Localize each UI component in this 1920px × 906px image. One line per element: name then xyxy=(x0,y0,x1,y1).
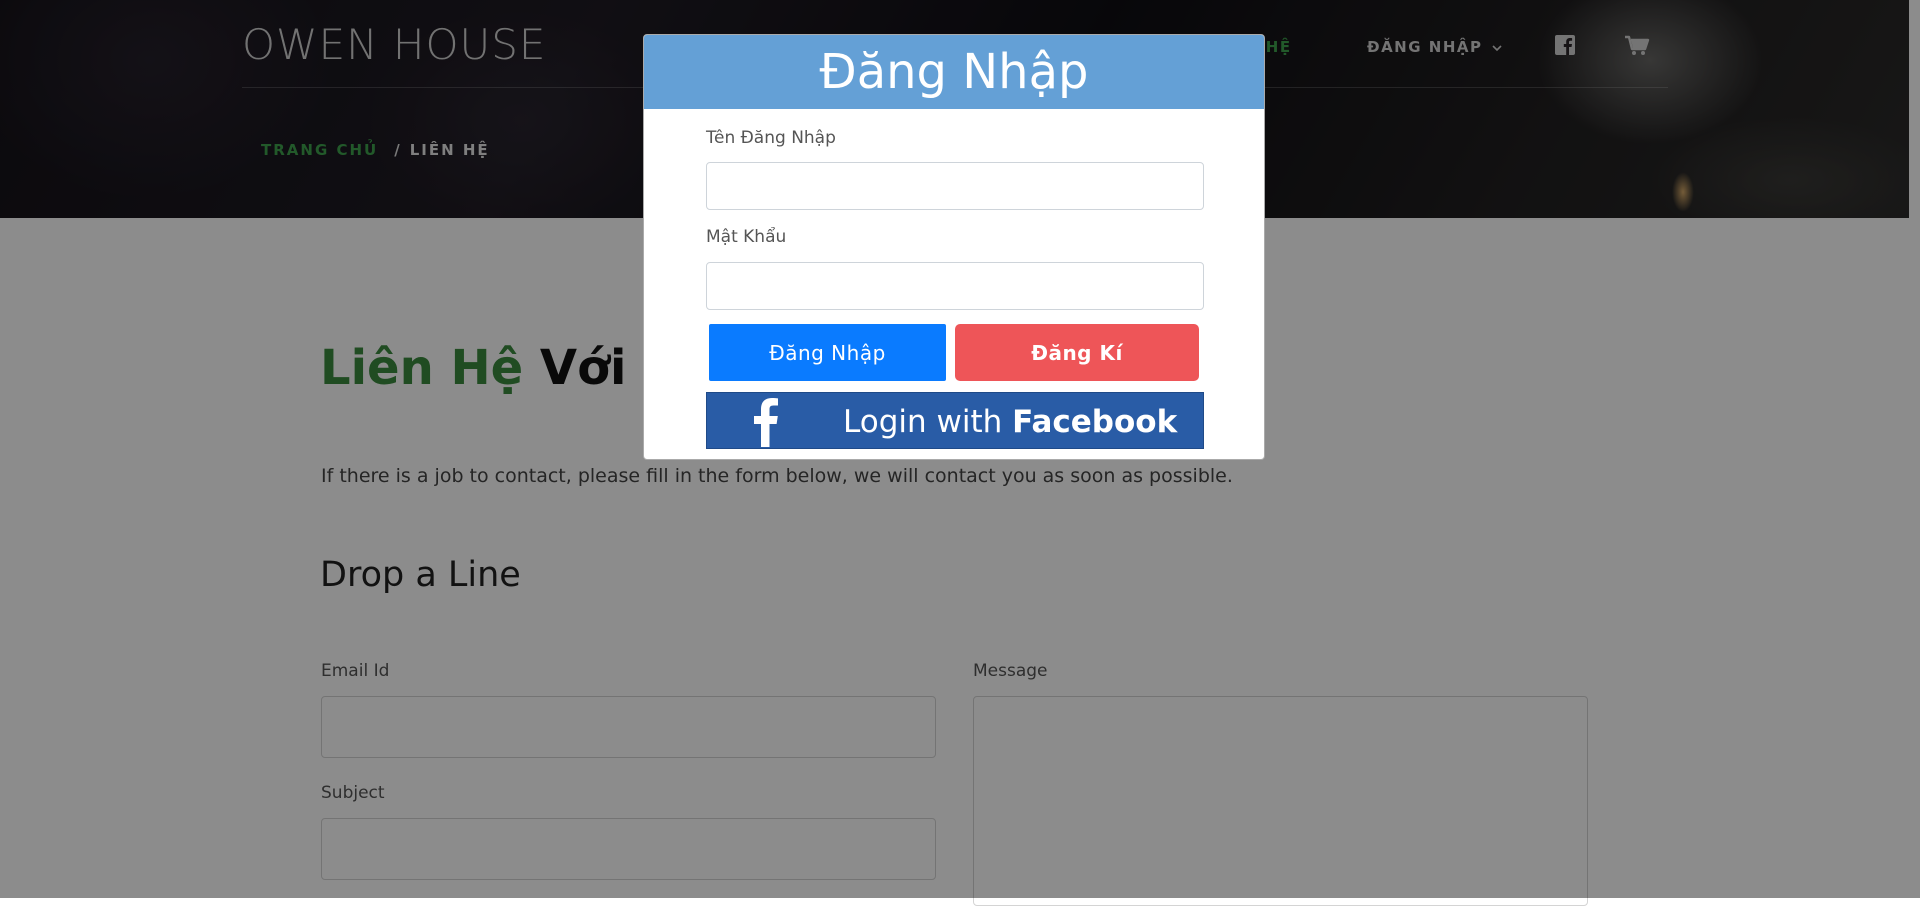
login-modal: Đăng Nhập Tên Đăng Nhập Mật Khẩu Đăng Nh… xyxy=(643,34,1265,460)
facebook-f-icon xyxy=(754,398,778,447)
username-label: Tên Đăng Nhập xyxy=(706,128,836,148)
login-button[interactable]: Đăng Nhập xyxy=(709,324,946,381)
register-button[interactable]: Đăng Kí xyxy=(955,324,1199,381)
facebook-login-label: Login with Facebook xyxy=(843,404,1177,440)
facebook-login-prefix: Login with xyxy=(843,404,1013,440)
modal-title: Đăng Nhập xyxy=(644,35,1264,109)
password-input[interactable] xyxy=(706,262,1204,310)
password-label: Mật Khẩu xyxy=(706,227,787,247)
facebook-login-button[interactable]: Login with Facebook xyxy=(706,392,1204,449)
username-input[interactable] xyxy=(706,162,1204,210)
facebook-login-brand: Facebook xyxy=(1012,404,1178,440)
